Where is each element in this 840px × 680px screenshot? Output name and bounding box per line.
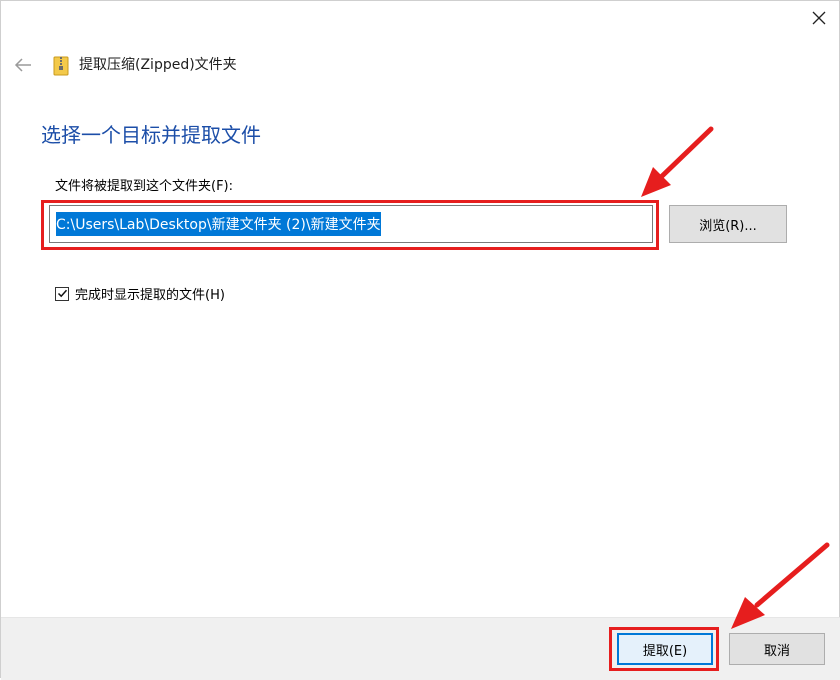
browse-button[interactable]: 浏览(R)... [669,205,787,243]
checkmark-icon [57,289,67,298]
page-heading: 选择一个目标并提取文件 [41,123,261,147]
show-files-label: 完成时显示提取的文件(H) [75,288,225,303]
zip-folder-icon [53,56,69,76]
path-annotation-arrow [641,126,714,197]
extract-dialog-window: 提取压缩(Zipped)文件夹 选择一个目标并提取文件 文件将被提取到这个文件夹… [0,0,840,680]
show-files-option[interactable]: 完成时显示提取的文件(H) [55,284,225,303]
extract-annotation-box [609,627,719,671]
back-button[interactable] [9,51,37,79]
close-icon [812,11,826,25]
show-files-checkbox[interactable] [55,286,69,301]
destination-label: 文件将被提取到这个文件夹(F): [55,179,234,194]
dialog-title: 提取压缩(Zipped)文件夹 [79,57,237,73]
back-arrow-icon [14,58,31,72]
path-annotation-box [41,200,659,250]
dialog-titlebar: 提取压缩(Zipped)文件夹 [1,41,840,89]
cancel-button[interactable]: 取消 [729,633,825,665]
close-button[interactable] [797,1,840,35]
